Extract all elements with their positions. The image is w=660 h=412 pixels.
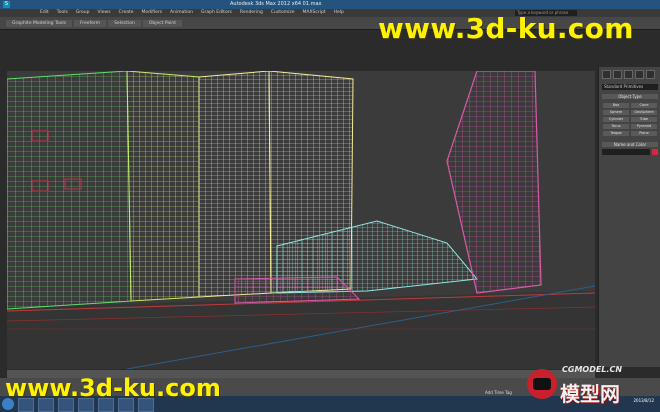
menu-rendering[interactable]: Rendering — [240, 9, 263, 17]
cone-button[interactable]: Cone — [631, 103, 657, 108]
menu-maxscript[interactable]: MAXScript — [303, 9, 326, 17]
watermark-top: www.3d-ku.com — [378, 12, 634, 45]
create-tab-icon[interactable] — [602, 70, 611, 79]
menu-views[interactable]: Views — [98, 9, 111, 17]
cylinder-button[interactable]: Cylinder — [603, 117, 629, 122]
perspective-viewport[interactable] — [7, 71, 595, 369]
menu-customize[interactable]: Customize — [271, 9, 295, 17]
object-name-field[interactable] — [602, 149, 650, 155]
primitives-dropdown[interactable]: Standard Primitives — [602, 84, 658, 90]
menu-help[interactable]: Help — [334, 9, 344, 17]
tab-selection[interactable]: Selection — [108, 20, 141, 27]
motion-tab-icon[interactable] — [635, 70, 644, 79]
watermark-bottom: www.3d-ku.com — [5, 374, 221, 402]
menu-items: Edit Tools Group Views Create Modifiers … — [40, 9, 344, 17]
tube-button[interactable]: Tube — [631, 117, 657, 122]
window-title: Autodesk 3ds Max 2012 x64 01.max — [230, 1, 322, 7]
hierarchy-tab-icon[interactable] — [624, 70, 633, 79]
plane-button[interactable]: Plane — [631, 131, 657, 136]
title-bar: S Autodesk 3ds Max 2012 x64 01.max — [0, 0, 660, 9]
menu-create[interactable]: Create — [119, 9, 134, 17]
app-logo-icon[interactable]: S — [3, 1, 10, 8]
pyramid-button[interactable]: Pyramid — [631, 124, 657, 129]
command-panel: Standard Primitives Object Type Box Cone… — [598, 67, 660, 367]
modify-tab-icon[interactable] — [613, 70, 622, 79]
name-color-row — [602, 149, 658, 155]
object-type-buttons: Box Cone Sphere GeoSphere Cylinder Tube … — [599, 101, 660, 138]
wireframe-scene — [7, 71, 595, 369]
sphere-button[interactable]: Sphere — [603, 110, 629, 115]
geosphere-button[interactable]: GeoSphere — [631, 110, 657, 115]
menu-graph-editors[interactable]: Graph Editors — [201, 9, 232, 17]
rollout-name-color[interactable]: Name and Color — [602, 142, 658, 147]
add-time-tag[interactable]: Add Time Tag — [485, 390, 512, 395]
torus-button[interactable]: Torus — [603, 124, 629, 129]
menu-animation[interactable]: Animation — [170, 9, 193, 17]
cgmodel-logo-icon — [527, 369, 557, 399]
display-tab-icon[interactable] — [646, 70, 655, 79]
menu-modifiers[interactable]: Modifiers — [142, 9, 163, 17]
box-button[interactable]: Box — [603, 103, 629, 108]
tab-object-paint[interactable]: Object Paint — [142, 20, 183, 27]
ribbon-tabs: Graphite Modeling Tools Freeform Selecti… — [6, 20, 183, 27]
menu-edit[interactable]: Edit — [40, 9, 49, 17]
object-color-swatch[interactable] — [652, 149, 658, 155]
rollout-object-type[interactable]: Object Type — [602, 94, 658, 99]
watermark-cgmodel: CGMODEL.CN — [562, 365, 623, 374]
teapot-button[interactable]: Teapot — [603, 131, 629, 136]
tab-freeform[interactable]: Freeform — [74, 20, 107, 27]
taskbar-clock[interactable]: 2013/8/12 — [633, 398, 654, 404]
tab-graphite-modeling-tools[interactable]: Graphite Modeling Tools — [6, 20, 73, 27]
menu-group[interactable]: Group — [76, 9, 90, 17]
menu-tools[interactable]: Tools — [57, 9, 68, 17]
command-panel-tabs — [599, 67, 660, 82]
watermark-cn: 模型网 — [560, 382, 620, 406]
